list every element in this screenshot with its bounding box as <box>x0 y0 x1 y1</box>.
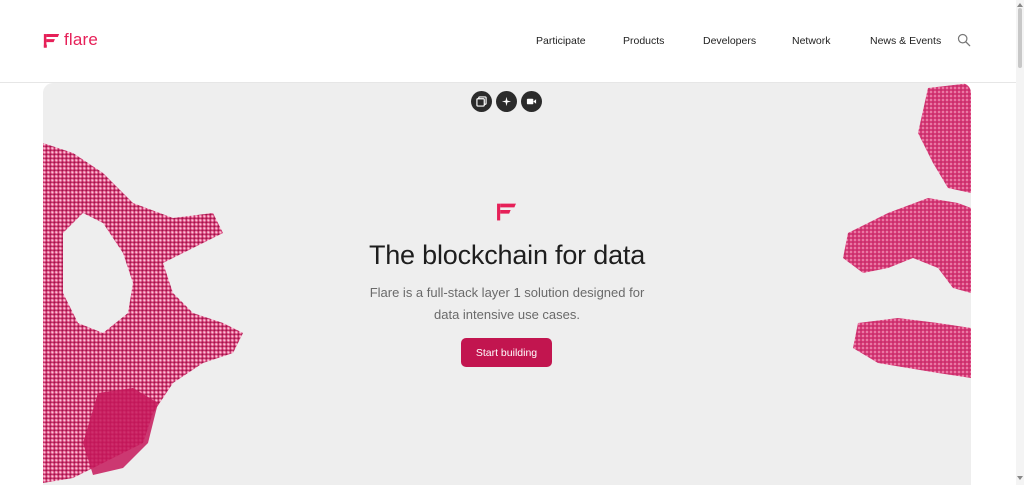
left-particle-artwork <box>43 143 243 483</box>
brand-name: flare <box>64 30 99 49</box>
scroll-down-arrow-icon[interactable] <box>1017 475 1023 481</box>
gallery-icon <box>476 96 487 107</box>
flare-mark-icon <box>497 203 516 221</box>
nav-network[interactable]: Network <box>792 35 831 47</box>
site-header: flare Participate Products Developers Ne… <box>0 0 1016 83</box>
flare-logo[interactable]: flare <box>43 30 98 50</box>
flare-logo-icon <box>43 34 60 48</box>
start-building-button[interactable]: Start building <box>461 338 552 367</box>
nav-developers[interactable]: Developers <box>703 35 756 47</box>
media-controls <box>471 91 542 112</box>
sparkle-button[interactable] <box>496 91 517 112</box>
gallery-button[interactable] <box>471 91 492 112</box>
nav-news-events[interactable]: News & Events <box>870 35 941 47</box>
sparkle-icon <box>501 96 512 107</box>
scrollbar-thumb[interactable] <box>1018 8 1022 68</box>
video-icon <box>526 98 537 105</box>
video-button[interactable] <box>521 91 542 112</box>
search-icon[interactable] <box>957 33 971 47</box>
nav-products[interactable]: Products <box>623 35 664 47</box>
nav-participate[interactable]: Participate <box>536 35 586 47</box>
right-particle-artwork <box>843 83 971 378</box>
hero-subtitle: Flare is a full-stack layer 1 solution d… <box>369 285 645 322</box>
hero-section: The blockchain for data Flare is a full-… <box>43 83 971 485</box>
hero-title: The blockchain for data <box>368 240 646 270</box>
vertical-scrollbar[interactable] <box>1016 0 1024 485</box>
